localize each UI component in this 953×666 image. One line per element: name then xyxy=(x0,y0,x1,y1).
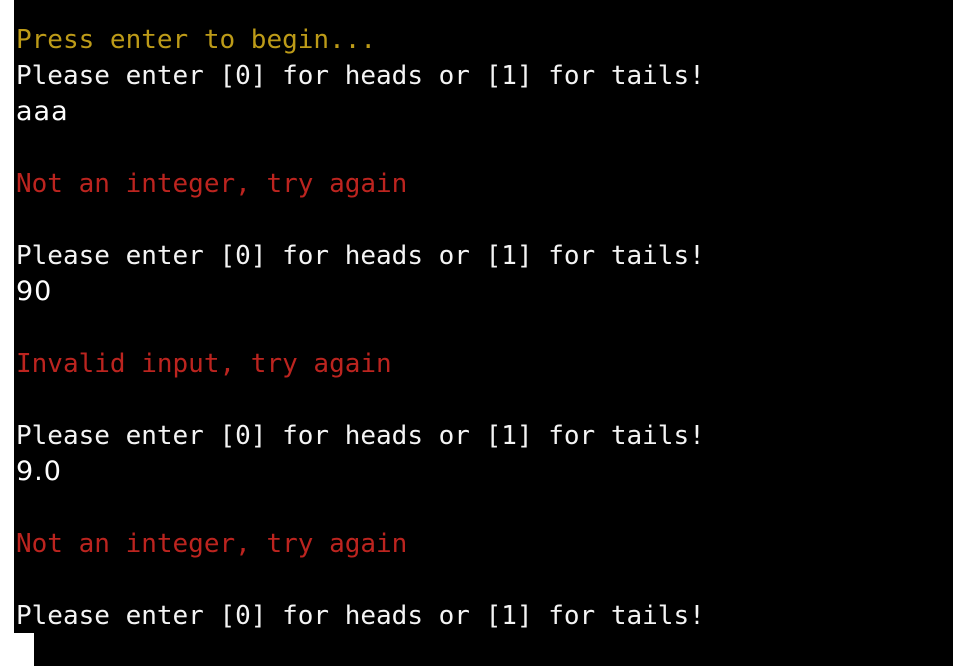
left-edge-margin xyxy=(0,0,14,666)
console-line-spacer xyxy=(15,202,953,238)
console-line-user-input: 9.0 xyxy=(16,456,62,487)
console-screen: Press enter to begin... Please enter [0] … xyxy=(0,0,953,666)
console-line-spacer xyxy=(15,562,953,598)
console-line-input-prompt: Please enter [0] for heads or [1] for ta… xyxy=(16,421,705,451)
console-line-error-message: Invalid input, try again xyxy=(16,349,392,379)
terminal-canvas[interactable]: Press enter to begin... Please enter [0] … xyxy=(14,0,953,666)
console-line-input-prompt: Please enter [0] for heads or [1] for ta… xyxy=(16,241,705,271)
console-line-spacer xyxy=(15,310,953,346)
console-line-input-prompt: Please enter [0] for heads or [1] for ta… xyxy=(16,601,705,631)
console-line-start-prompt: Press enter to begin... xyxy=(16,25,377,55)
console-line-user-input: 90 xyxy=(16,276,53,307)
console-line-error-message: Not an integer, try again xyxy=(16,529,408,559)
console-output-area[interactable]: Press enter to begin... Please enter [0] … xyxy=(15,22,953,634)
console-line-spacer xyxy=(15,130,953,166)
console-line-spacer xyxy=(15,490,953,526)
console-line-error-message: Not an integer, try again xyxy=(16,169,408,199)
console-line-user-input: aaa xyxy=(16,96,69,127)
console-line-input-prompt: Please enter [0] for heads or [1] for ta… xyxy=(16,61,705,91)
console-line-spacer xyxy=(15,382,953,418)
bottom-left-corner-notch xyxy=(0,633,34,666)
